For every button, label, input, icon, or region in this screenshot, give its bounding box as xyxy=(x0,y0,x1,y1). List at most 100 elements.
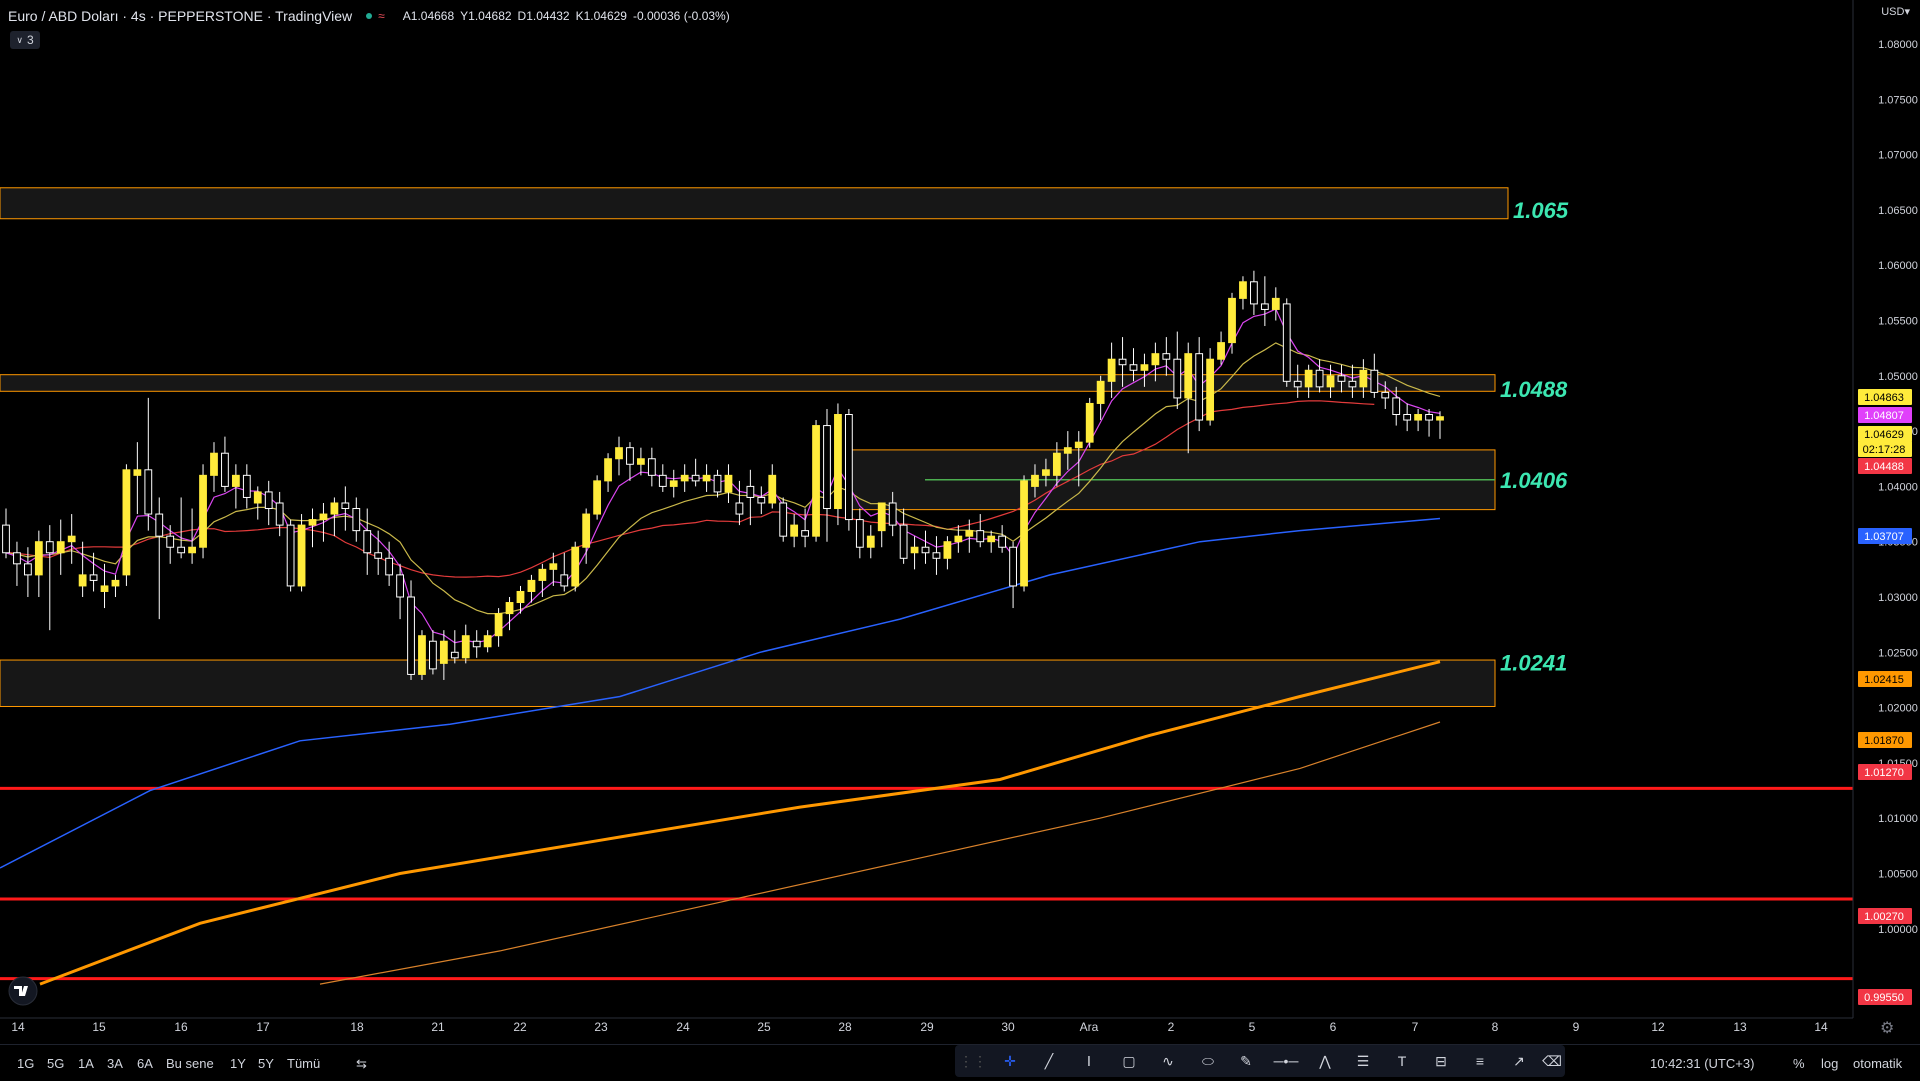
price-tag-label: 1.01270 xyxy=(1864,767,1904,779)
x-tick-label: 13 xyxy=(1733,1020,1747,1034)
symbol-header: Euro / ABD Doları · 4s · PEPPERSTONE · T… xyxy=(8,6,736,26)
candle-body xyxy=(264,491,273,510)
candle xyxy=(921,530,930,564)
candle-body xyxy=(757,496,766,504)
symbol-title[interactable]: Euro / ABD Doları · 4s · PEPPERSTONE · T… xyxy=(8,8,352,24)
candle xyxy=(34,530,43,597)
candle xyxy=(637,447,645,476)
candle-body xyxy=(122,469,131,576)
candle-body xyxy=(1031,474,1039,487)
candle xyxy=(1370,353,1379,398)
range-6a[interactable]: 6A xyxy=(137,1056,153,1071)
ellipse-icon[interactable]: ⬭ xyxy=(1195,1049,1221,1073)
candle xyxy=(1348,364,1357,398)
candle xyxy=(1425,408,1433,437)
range-1g[interactable]: 1G xyxy=(17,1056,34,1071)
candle xyxy=(1096,375,1105,421)
candle-body xyxy=(691,474,700,482)
candle xyxy=(604,453,612,492)
x-tick-label: 7 xyxy=(1412,1020,1419,1034)
ohlc-high: Y1.04682 xyxy=(460,9,512,23)
price-tag-label: 1.01870 xyxy=(1864,735,1904,747)
level-label: 1.065 xyxy=(1513,198,1569,223)
price-tag-label: 02:17:28 xyxy=(1863,444,1906,456)
eraser-icon[interactable]: ⌫ xyxy=(1539,1049,1565,1073)
x-tick-label: 17 xyxy=(256,1020,270,1034)
candle-body xyxy=(374,552,383,559)
candle xyxy=(1206,348,1215,426)
percent-toggle[interactable]: % xyxy=(1793,1056,1805,1071)
candle-body xyxy=(1282,303,1291,382)
ohlc-open: A1.04668 xyxy=(402,9,455,23)
candle-body xyxy=(877,502,886,532)
candle-body xyxy=(834,414,842,510)
x-tick-label: Ara xyxy=(1080,1020,1099,1034)
currency-selector[interactable]: USD▾ xyxy=(1881,5,1910,18)
y-tick-label: 1.06500 xyxy=(1878,205,1918,217)
candle-body xyxy=(210,452,218,476)
clock[interactable]: 10:42:31 (UTC+3) xyxy=(1650,1056,1754,1071)
grip-icon[interactable]: ⋮⋮ xyxy=(959,1049,987,1073)
legend-toggle-button[interactable]: ∨ 3 xyxy=(10,31,40,49)
candle-body xyxy=(144,469,153,515)
brush-icon[interactable]: ∿ xyxy=(1155,1049,1181,1073)
candle-body xyxy=(23,563,32,576)
arrow-icon[interactable]: ↗ xyxy=(1506,1049,1532,1073)
gear-icon[interactable]: ⚙ xyxy=(1880,1018,1894,1038)
x-tick-label: 24 xyxy=(676,1020,690,1034)
y-tick-label: 1.00000 xyxy=(1878,924,1918,936)
candle-body xyxy=(516,590,525,604)
range-3a[interactable]: 3A xyxy=(107,1056,123,1071)
candle xyxy=(571,541,580,592)
rectangle-icon[interactable]: ▢ xyxy=(1116,1049,1142,1073)
horizontal-line-icon[interactable]: ─•─ xyxy=(1273,1049,1299,1073)
candle xyxy=(1009,541,1017,609)
x-tick-label: 9 xyxy=(1573,1020,1580,1034)
parallel-channel-icon[interactable]: ☰ xyxy=(1350,1049,1376,1073)
range-5y[interactable]: 5Y xyxy=(258,1056,274,1071)
candle-body xyxy=(549,563,558,570)
chart-canvas[interactable]: 1.065 1.0488 1.0406 1.0241 1.08000 1.07500 1.0… xyxy=(0,0,1920,1080)
candle-body xyxy=(1250,281,1258,305)
candle-body xyxy=(1052,452,1061,476)
candle xyxy=(954,525,963,553)
x-tick-label: 18 xyxy=(350,1020,364,1034)
y-tick-label: 1.02000 xyxy=(1878,703,1918,715)
candle-body xyxy=(155,513,164,537)
trendline-icon[interactable]: ╱ xyxy=(1036,1049,1062,1073)
date-range-icon[interactable]: ⇆ xyxy=(356,1056,367,1072)
candle-body xyxy=(866,535,875,548)
candle-body xyxy=(976,530,985,543)
range-ytd[interactable]: Bu sene xyxy=(166,1056,214,1071)
price-tag-label: 1.04807 xyxy=(1864,410,1904,422)
x-tick-label: 15 xyxy=(92,1020,106,1034)
candle xyxy=(1392,386,1401,426)
candle xyxy=(483,630,492,653)
candle-body xyxy=(352,508,361,532)
crosshair-icon[interactable]: ✛ xyxy=(997,1049,1023,1073)
path-icon[interactable]: ⋀ xyxy=(1312,1049,1338,1073)
x-tick-label: 12 xyxy=(1651,1020,1665,1034)
range-1a[interactable]: 1A xyxy=(78,1056,94,1071)
fib-icon[interactable]: ≡ xyxy=(1467,1049,1493,1073)
price-tag-label: 1.02415 xyxy=(1864,674,1904,686)
long-position-icon[interactable]: ⊟ xyxy=(1428,1049,1454,1073)
log-toggle[interactable]: log xyxy=(1821,1056,1838,1071)
tradingview-logo-icon xyxy=(8,976,38,1006)
x-tick-label: 14 xyxy=(1814,1020,1828,1034)
candle xyxy=(45,525,54,631)
candle xyxy=(735,480,744,526)
candle xyxy=(1293,364,1302,398)
range-5g[interactable]: 5G xyxy=(47,1056,64,1071)
candle xyxy=(593,475,602,520)
text-cursor-icon[interactable]: Ⅰ xyxy=(1076,1049,1102,1073)
range-all[interactable]: Tümü xyxy=(287,1056,320,1071)
auto-toggle[interactable]: otomatik xyxy=(1853,1056,1902,1071)
candle-body xyxy=(286,524,295,587)
candle xyxy=(100,563,109,609)
text-icon[interactable]: T xyxy=(1389,1049,1415,1073)
pen-icon[interactable]: ✎ xyxy=(1233,1049,1259,1073)
candle-body xyxy=(844,414,853,521)
candle xyxy=(67,514,76,564)
range-1y[interactable]: 1Y xyxy=(230,1056,246,1071)
